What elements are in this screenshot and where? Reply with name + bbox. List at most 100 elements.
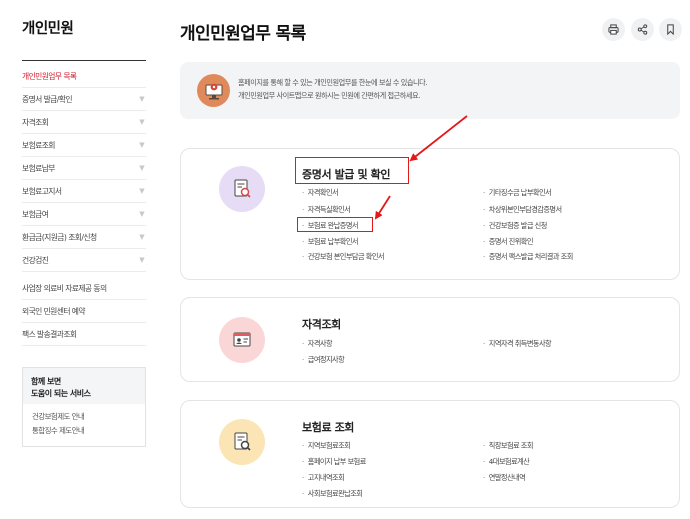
bookmark-icon	[667, 24, 674, 35]
bullet: ·	[302, 188, 304, 197]
chevron-down-icon: ▼	[139, 164, 144, 172]
bullet: ·	[483, 252, 485, 261]
sidebar-item-benefits[interactable]: 보험급여 ▼	[22, 203, 146, 226]
link-other-collection-receipt[interactable]: · 기타징수금 납부확인서	[483, 188, 552, 198]
sidebar-item-label: 보험급여	[22, 210, 49, 219]
share-button[interactable]	[631, 18, 654, 41]
sidebar-item-premium-bill[interactable]: 보험료고지서 ▼	[22, 180, 146, 203]
bullet: ·	[302, 205, 304, 214]
link-qualification-details[interactable]: · 자격사항	[302, 339, 333, 349]
related-heading-line: 함께 보면	[31, 377, 61, 386]
bullet: ·	[302, 355, 304, 364]
sidebar-divider	[22, 60, 146, 61]
chevron-down-icon: ▼	[139, 118, 144, 126]
link-copayment-confirmation[interactable]: · 건강보험 본인부담금 확인서	[302, 252, 385, 262]
link-label: 고지내역조회	[307, 473, 345, 482]
link-regional-qualification-changes[interactable]: · 지역자격 취득변동사항	[483, 339, 552, 349]
bullet: ·	[483, 188, 485, 197]
link-label: 건강보험증 발급 신청	[488, 221, 548, 230]
sidebar-item-health-checkup[interactable]: 건강검진 ▼	[22, 249, 146, 272]
bullet: ·	[483, 237, 485, 246]
id-card-icon	[219, 317, 265, 363]
bullet: ·	[302, 237, 304, 246]
certificate-search-icon	[219, 166, 265, 212]
sidebar-item-label: 건강검진	[22, 256, 49, 265]
link-year-end-settlement[interactable]: · 연말정산내역	[483, 473, 526, 483]
link-label: 증명서 진위확인	[488, 237, 534, 246]
sidebar-item-label: 팩스 발송결과조회	[22, 330, 77, 339]
related-link-integrated-collection[interactable]: 통합징수 제도안내	[23, 424, 145, 438]
sidebar-item-premium-lookup[interactable]: 보험료조회 ▼	[22, 134, 146, 157]
section-eligibility: 자격조회 · 자격사항 · 급여정지사항 · 지역자격 취득변동사항	[180, 297, 680, 382]
bullet: ·	[302, 457, 304, 466]
sidebar-item-label: 환급금(지원금) 조회/신청	[22, 233, 97, 242]
link-label: 자격득실확인서	[307, 205, 351, 214]
bullet: ·	[483, 473, 485, 482]
share-icon	[637, 24, 648, 35]
related-link-insurance-system[interactable]: 건강보험제도 안내	[23, 410, 145, 424]
sidebar-item-label: 증명서 발급/확인	[22, 95, 73, 104]
sidebar-item-premium-payment[interactable]: 보험료납부 ▼	[22, 157, 146, 180]
link-label: 건강보험 본인부담금 확인서	[307, 252, 385, 261]
notice-text: 개인민원업무 사이트맵으로 원하시는 민원에 간편하게 접근하세요.	[238, 91, 420, 100]
link-near-poverty-certificate[interactable]: · 차상위본인부담경감증명서	[483, 205, 562, 215]
link-certificate-verification[interactable]: · 증명서 진위확인	[483, 237, 533, 247]
chevron-down-icon: ▼	[139, 187, 144, 195]
sidebar-item-label: 보험료조회	[22, 141, 55, 150]
bullet: ·	[483, 441, 485, 450]
link-label: 증명서 팩스발급 처리결과 조회	[488, 252, 574, 261]
link-social-insurance-paid[interactable]: · 사회보험료완납조회	[302, 489, 363, 499]
sidebar-item-label: 보험료납부	[22, 164, 55, 173]
link-benefit-suspension[interactable]: · 급여정지사항	[302, 355, 345, 365]
bullet: ·	[483, 457, 485, 466]
print-icon	[608, 24, 619, 35]
chevron-down-icon: ▼	[139, 141, 144, 149]
link-label: 연말정산내역	[488, 473, 526, 482]
chevron-down-icon: ▼	[139, 256, 144, 264]
sidebar-item-label: 개인민원업무 목록	[22, 72, 77, 81]
link-label: 지역보험료조회	[307, 441, 351, 450]
related-services-heading: 함께 보면 도움이 되는 서비스	[23, 368, 145, 404]
bullet: ·	[483, 221, 485, 230]
bullet: ·	[302, 339, 304, 348]
related-heading-line: 도움이 되는 서비스	[31, 389, 91, 398]
link-workplace-premium[interactable]: · 직장보험료 조회	[483, 441, 533, 451]
link-label: 지역자격 취득변동사항	[488, 339, 552, 348]
highlight-box-link	[297, 217, 373, 232]
monitor-pin-icon	[197, 74, 230, 107]
link-label: 홈페이지 납부 보험료	[307, 457, 367, 466]
sidebar-item-medical-data-consent[interactable]: 사업장 의료비 자료제공 동의	[22, 277, 146, 300]
link-premium-payment-confirmation[interactable]: · 보험료 납부확인서	[302, 237, 359, 247]
highlight-box-section-title	[295, 157, 409, 184]
bullet: ·	[483, 339, 485, 348]
bullet: ·	[483, 205, 485, 214]
link-label: 기타징수금 납부확인서	[488, 188, 552, 197]
section-title: 자격조회	[302, 318, 341, 331]
section-title: 보험료 조회	[302, 421, 355, 434]
link-label: 보험료 납부확인서	[307, 237, 359, 246]
sidebar-item-certificates[interactable]: 증명서 발급/확인 ▼	[22, 88, 146, 111]
bullet: ·	[302, 489, 304, 498]
sidebar-title: 개인민원	[22, 21, 74, 37]
sidebar-item-refunds[interactable]: 환급금(지원금) 조회/신청 ▼	[22, 226, 146, 249]
link-four-insurance-calculator[interactable]: · 4대보험료계산	[483, 457, 530, 467]
sidebar-item-label: 외국인 민원센터 예약	[22, 307, 86, 316]
link-insurance-card-request[interactable]: · 건강보험증 발급 신청	[483, 221, 547, 231]
link-fax-issue-result[interactable]: · 증명서 팩스발급 처리결과 조회	[483, 252, 573, 262]
related-services-box: 함께 보면 도움이 되는 서비스 건강보험제도 안내 통합징수 제도안내	[22, 367, 146, 447]
link-billing-history[interactable]: · 고지내역조회	[302, 473, 345, 483]
bookmark-button[interactable]	[659, 18, 682, 41]
notice-box: 홈페이지를 통해 할 수 있는 개인민원업무를 한눈에 보실 수 있습니다. 개…	[180, 62, 680, 119]
sidebar-item-eligibility[interactable]: 자격조회 ▼	[22, 111, 146, 134]
bullet: ·	[302, 473, 304, 482]
sidebar-item-foreigner-center[interactable]: 외국인 민원센터 예약	[22, 300, 146, 323]
link-regional-premium[interactable]: · 지역보험료조회	[302, 441, 351, 451]
link-label: 4대보험료계산	[488, 457, 530, 466]
link-homepage-paid-premium[interactable]: · 홈페이지 납부 보험료	[302, 457, 366, 467]
sidebar-item-fax-result[interactable]: 팩스 발송결과조회	[22, 323, 146, 346]
print-button[interactable]	[602, 18, 625, 41]
link-qualification-certificate[interactable]: · 자격확인서	[302, 188, 339, 198]
sidebar-item-service-list[interactable]: 개인민원업무 목록	[22, 65, 146, 88]
sidebar-item-label: 자격조회	[22, 118, 49, 127]
link-qualification-history[interactable]: · 자격득실확인서	[302, 205, 351, 215]
